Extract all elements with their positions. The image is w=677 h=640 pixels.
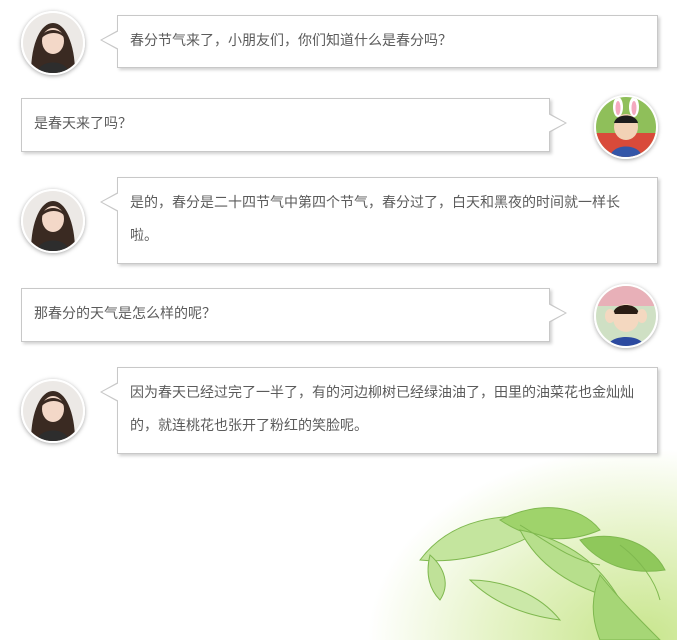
message-text: 因为春天已经过完了一半了，有的河边柳树已经绿油油了，田里的油菜花也金灿灿的，就连… xyxy=(130,385,634,434)
teacher-avatar-icon xyxy=(21,379,85,443)
message-text: 是春天来了吗？ xyxy=(34,116,132,132)
teacher-avatar-icon xyxy=(21,11,85,75)
child-avatar-icon xyxy=(594,284,658,348)
message-bubble: 因为春天已经过完了一半了，有的河边柳树已经绿油油了，田里的油菜花也金灿灿的，就连… xyxy=(100,367,658,454)
message-text: 是的，春分是二十四节气中第四个节气，春分过了，白天和黑夜的时间就一样长啦。 xyxy=(130,195,620,244)
message-bubble: 春分节气来了，小朋友们，你们知道什么是春分吗？ xyxy=(100,15,658,68)
message-text: 那春分的天气是怎么样的呢？ xyxy=(34,306,216,322)
message-bubble: 是春天来了吗？ xyxy=(21,98,567,152)
teacher-avatar-icon xyxy=(21,189,85,253)
message-bubble: 那春分的天气是怎么样的呢？ xyxy=(21,288,567,342)
message-bubble: 是的，春分是二十四节气中第四个节气，春分过了，白天和黑夜的时间就一样长啦。 xyxy=(100,177,658,264)
child-avatar-icon xyxy=(594,95,658,159)
message-text: 春分节气来了，小朋友们，你们知道什么是春分吗？ xyxy=(130,33,452,49)
